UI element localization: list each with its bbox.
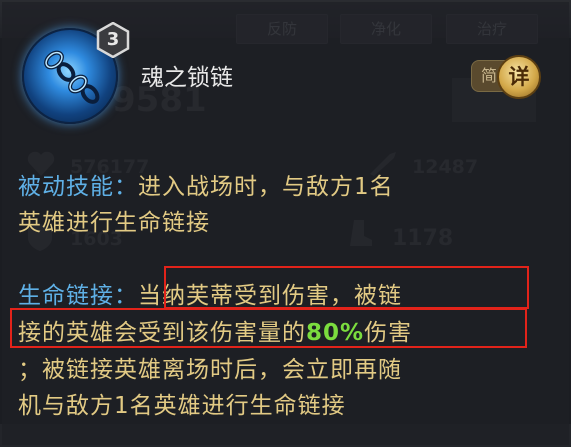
- skill-level: 3: [106, 29, 120, 50]
- description-line-2: 英雄进行生命链接: [18, 210, 210, 236]
- skill-name: 魂之锁链: [141, 65, 233, 91]
- detail-view-button[interactable]: 详: [497, 55, 541, 99]
- passive-skill-text: 进入战场时，与敌方1名: [138, 174, 394, 200]
- highlight-box-upper: [164, 266, 529, 309]
- life-link-label: 生命链接：: [18, 283, 138, 309]
- passive-skill-label: 被动技能：: [18, 174, 138, 200]
- description-line-5: ；被链接英雄离场时后，会立即再随: [18, 357, 402, 383]
- highlight-box-lower: [10, 308, 527, 348]
- description-line-6: 机与敌方1名英雄进行生命链接: [18, 393, 346, 419]
- description-line-1: 被动技能：进入战场时，与敌方1名: [18, 167, 394, 201]
